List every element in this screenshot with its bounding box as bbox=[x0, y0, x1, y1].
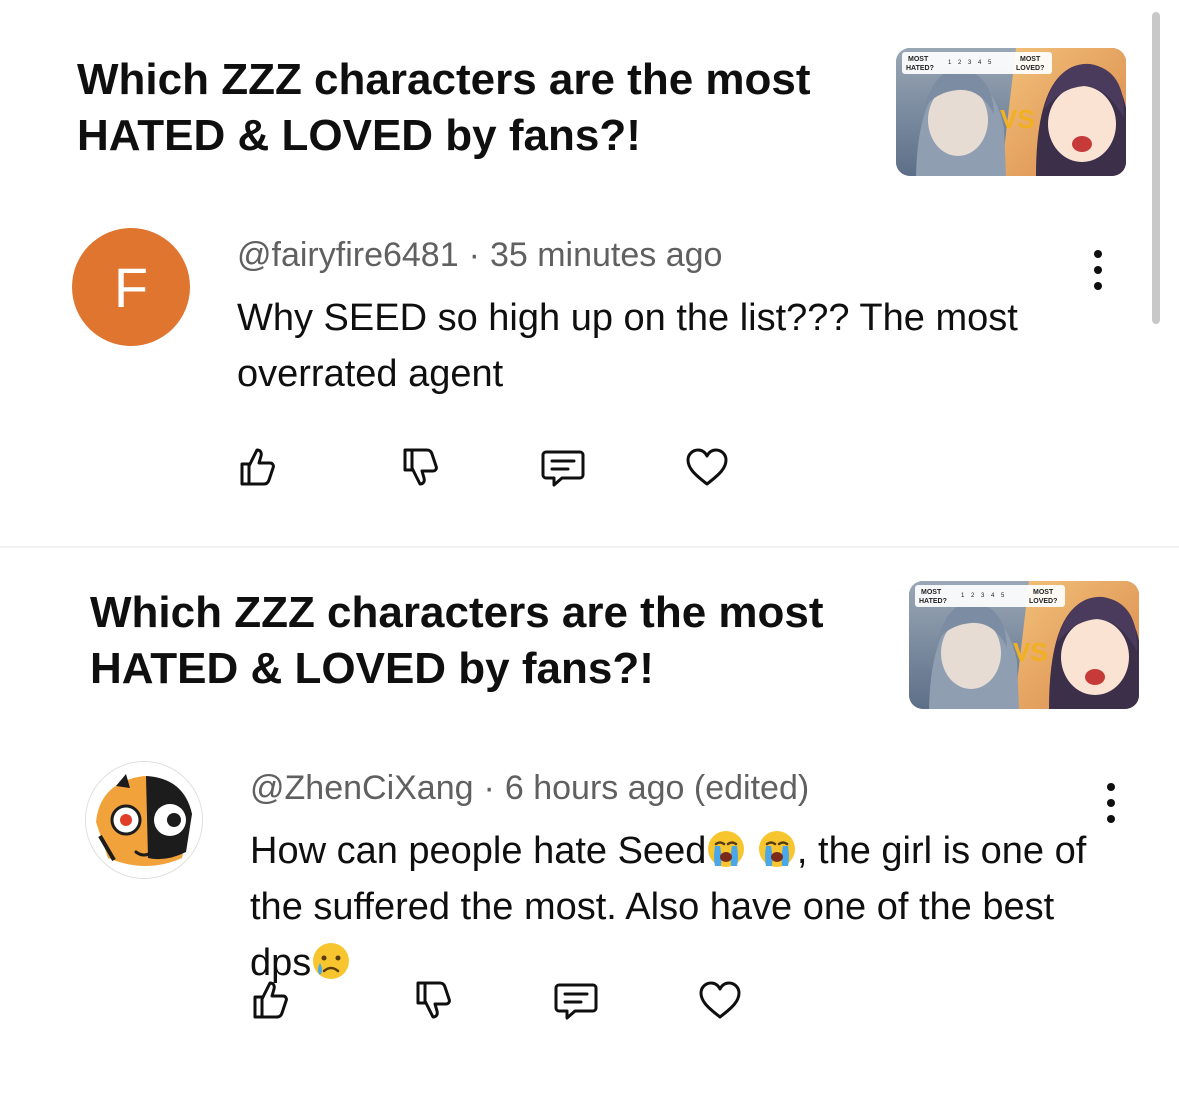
avatar-letter: F bbox=[72, 228, 190, 346]
comment-text: Why SEED so high up on the list??? The m… bbox=[237, 297, 1018, 395]
timestamp[interactable]: 6 hours ago bbox=[505, 769, 685, 807]
sad-but-relieved-emoji bbox=[313, 943, 350, 979]
dislike-icon bbox=[403, 448, 438, 486]
reply-icon bbox=[541, 450, 585, 487]
edited-label: (edited) bbox=[693, 769, 810, 807]
svg-text:MOST: MOST bbox=[908, 56, 929, 63]
svg-text:VS: VS bbox=[1013, 637, 1048, 667]
thumbnail-art: VS MOST HATED? 1 2 3 4 5 MOST LOVED? bbox=[909, 581, 1139, 709]
svg-text:LOVED?: LOVED? bbox=[1016, 65, 1044, 72]
loudly-crying-emoji bbox=[708, 831, 745, 867]
reply-button[interactable] bbox=[540, 444, 586, 490]
dislike-button[interactable] bbox=[410, 977, 456, 1023]
avatar[interactable] bbox=[85, 761, 203, 879]
dislike-icon bbox=[416, 981, 451, 1019]
video-title[interactable]: Which ZZZ characters are the most HATED … bbox=[77, 52, 877, 164]
svg-text:LOVED?: LOVED? bbox=[1029, 598, 1057, 605]
reply-button[interactable] bbox=[553, 977, 599, 1023]
heart-button[interactable] bbox=[697, 977, 743, 1023]
reply-icon bbox=[554, 983, 598, 1020]
avatar[interactable]: F bbox=[72, 228, 190, 346]
like-icon bbox=[253, 981, 288, 1019]
thumbnail-art: VS MOST HATED? 1 2 3 4 5 MOST LOVED? bbox=[896, 48, 1126, 176]
dislike-button[interactable] bbox=[397, 444, 443, 490]
video-thumbnail[interactable]: VS MOST HATED? 1 2 3 4 5 MOST LOVED? bbox=[909, 581, 1139, 709]
heart-button[interactable] bbox=[684, 444, 730, 490]
scrollbar[interactable] bbox=[1152, 12, 1160, 324]
like-button[interactable] bbox=[247, 977, 293, 1023]
video-title[interactable]: Which ZZZ characters are the most HATED … bbox=[90, 585, 890, 697]
like-button[interactable] bbox=[234, 444, 280, 490]
video-thumbnail[interactable]: VS MOST HATED? 1 2 3 4 5 MOST LOVED? bbox=[896, 48, 1126, 176]
more-options-button[interactable] bbox=[1093, 781, 1129, 825]
comment-text: How can people hate Seed , the girl is o… bbox=[250, 823, 1110, 991]
svg-text:HATED?: HATED? bbox=[906, 65, 934, 72]
heart-icon bbox=[699, 981, 741, 1019]
svg-text:MOST: MOST bbox=[921, 589, 942, 596]
author-handle[interactable]: @ZhenCiXang bbox=[250, 769, 474, 807]
loudly-crying-emoji bbox=[758, 831, 795, 867]
more-vertical-icon bbox=[1094, 250, 1102, 258]
comment-meta: @ZhenCiXang · 6 hours ago (edited) bbox=[250, 769, 809, 808]
comment-text-part1: How can people hate Seed bbox=[250, 830, 707, 872]
svg-text:MOST: MOST bbox=[1020, 56, 1041, 63]
more-options-button[interactable] bbox=[1080, 248, 1116, 292]
svg-text:HATED?: HATED? bbox=[919, 598, 947, 605]
like-icon bbox=[240, 448, 275, 486]
comment-card-1: Which ZZZ characters are the most HATED … bbox=[0, 0, 1179, 548]
timestamp[interactable]: 35 minutes ago bbox=[490, 236, 723, 274]
comment-meta: @fairyfire6481 · 35 minutes ago bbox=[237, 236, 722, 275]
comment-card-2: Which ZZZ characters are the most HATED … bbox=[0, 548, 1179, 1096]
svg-text:MOST: MOST bbox=[1033, 589, 1054, 596]
author-handle[interactable]: @fairyfire6481 bbox=[237, 236, 459, 274]
svg-text:VS: VS bbox=[1000, 104, 1035, 134]
more-vertical-icon bbox=[1107, 783, 1115, 791]
separator-dot: · bbox=[468, 236, 480, 274]
heart-icon bbox=[686, 448, 728, 486]
avatar-image bbox=[86, 762, 202, 878]
separator-dot: · bbox=[483, 769, 495, 807]
